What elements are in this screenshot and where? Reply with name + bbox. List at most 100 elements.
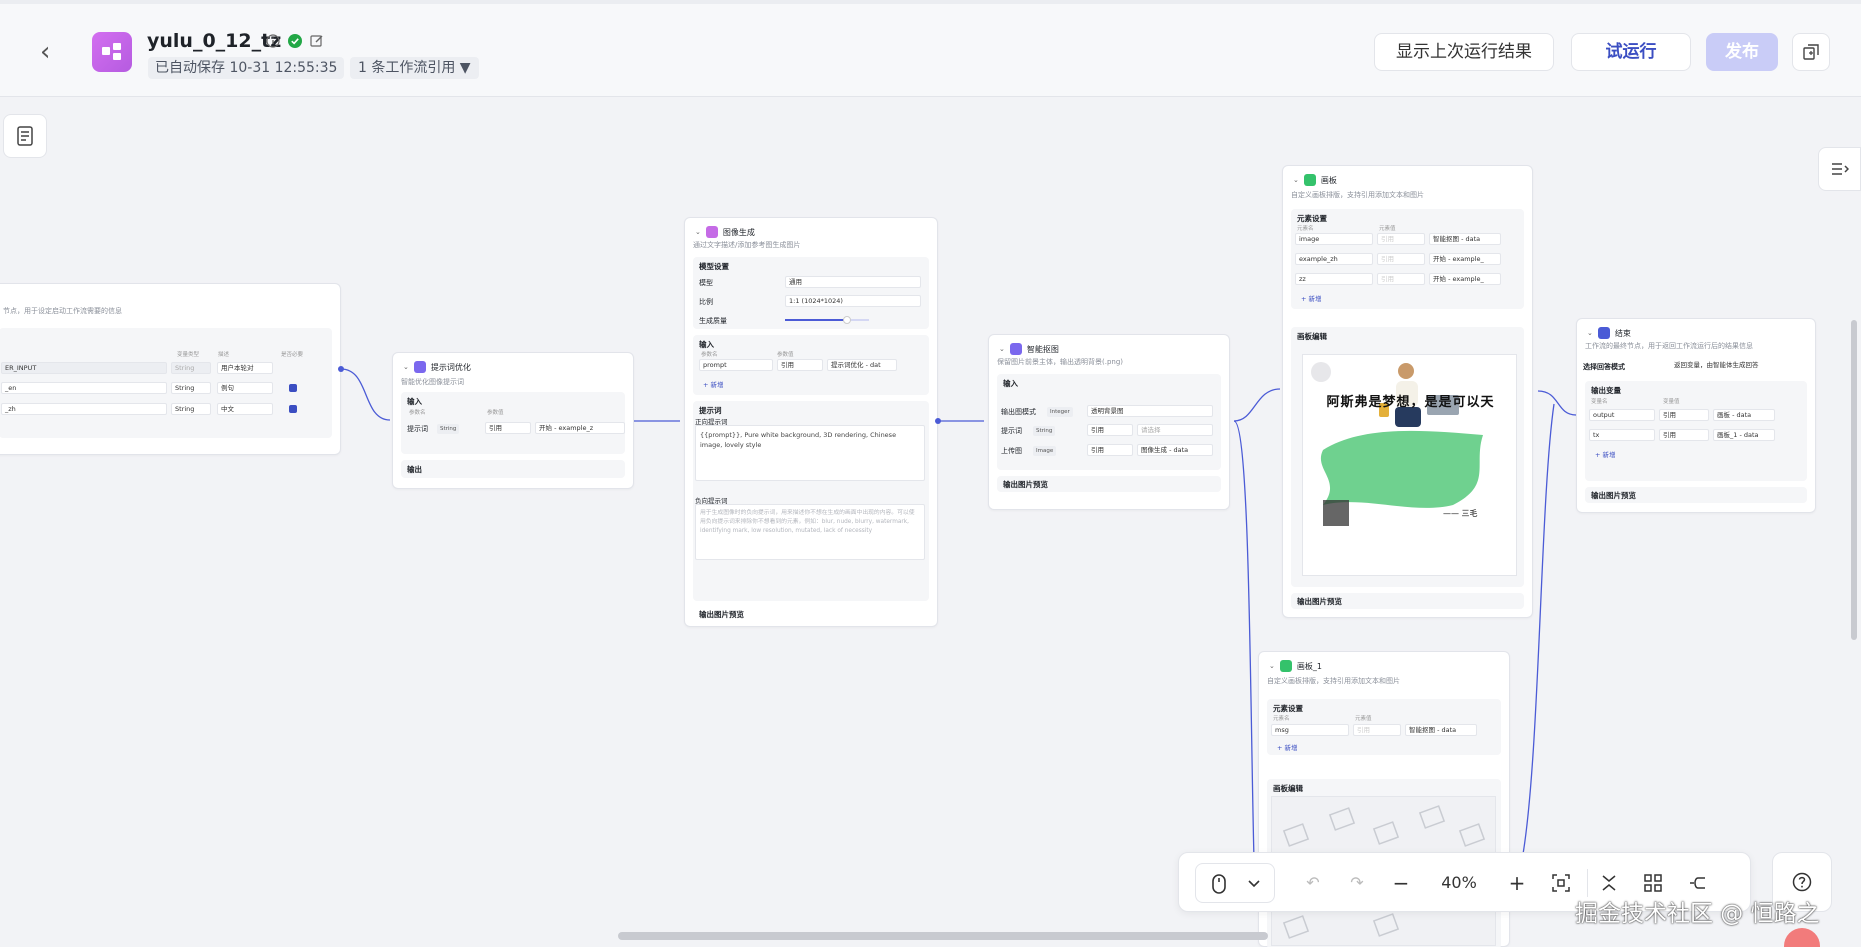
toolbar-divider: [1587, 869, 1588, 897]
ref-select[interactable]: 引用: [1087, 444, 1133, 456]
input-section: 输入 参数名 参数值 prompt 引用 提示词优化 - dat + 新增: [693, 335, 929, 395]
col-header: 元素名: [1273, 716, 1290, 722]
param-desc[interactable]: 用户本轮对: [217, 362, 273, 374]
ref-select[interactable]: 引用: [1659, 429, 1709, 441]
ref-select[interactable]: 引用: [777, 359, 823, 371]
node-prompt-optimize[interactable]: ⌄ 提示词优化 智能优化图像提示词 输入 参数名 参数值 提示词 String 引…: [392, 352, 634, 489]
back-arrow-icon[interactable]: ‹: [40, 39, 50, 65]
node-image-generate[interactable]: ⌄ 图像生成 通过文字描述/添加参考图生成图片 模型设置 模型 通用 比例 1:1…: [684, 217, 938, 627]
edit-icon[interactable]: [310, 34, 324, 48]
node-title: 结束: [1614, 328, 1631, 338]
collapse-icon[interactable]: [1597, 871, 1621, 895]
param-name[interactable]: ER_INPUT: [1, 362, 167, 374]
value-select[interactable]: 智能抠图 - data: [1405, 724, 1477, 736]
ref-select[interactable]: 引用: [1377, 233, 1425, 245]
param-name[interactable]: _en: [1, 382, 167, 394]
element-name[interactable]: zz: [1295, 273, 1373, 285]
value-select[interactable]: 开始 - example_z: [535, 422, 625, 434]
workflow-refs-dropdown[interactable]: 1 条工作流引用 ▼: [350, 57, 479, 79]
element-section: 元素设置 元素名 元素值 msg 引用 智能抠图 - data + 新增: [1267, 699, 1501, 755]
col-header: 参数值: [777, 352, 794, 358]
node-description: 节点，用于设定启动工作流需要的信息: [3, 307, 122, 315]
field-label: 模型: [699, 279, 713, 287]
value-select[interactable]: 提示词优化 - dat: [827, 359, 897, 371]
element-name[interactable]: image: [1295, 233, 1373, 245]
quality-slider[interactable]: [785, 316, 869, 324]
element-name[interactable]: example_zh: [1295, 253, 1373, 265]
element-name[interactable]: msg: [1271, 724, 1349, 736]
fit-view-icon[interactable]: [1549, 871, 1573, 895]
ratio-select[interactable]: 1:1 (1024*1024): [785, 295, 921, 307]
canvas-poster-preview[interactable]: 阿斯弗是梦想，是是可以天 —— 三毛: [1302, 354, 1517, 576]
ref-select[interactable]: 引用: [1659, 409, 1709, 421]
ref-select[interactable]: 引用: [1353, 724, 1401, 736]
preview-section[interactable]: 输出图片预览: [1291, 593, 1524, 609]
info-icon[interactable]: [266, 34, 280, 48]
param-type[interactable]: String: [171, 382, 211, 394]
preview-section[interactable]: 输出图片预览: [693, 606, 929, 622]
mode-select[interactable]: 透明背景图: [1087, 405, 1213, 417]
param-name[interactable]: prompt: [699, 359, 773, 371]
node-start[interactable]: 节点，用于设定启动工作流需要的信息 变量类型 描述 是否必要 ER_INPUT …: [0, 283, 341, 455]
node-header: ⌄ 提示词优化: [403, 361, 471, 373]
zoom-level[interactable]: 40%: [1429, 871, 1489, 895]
show-last-result-button[interactable]: 显示上次运行结果: [1374, 33, 1554, 71]
start-output-port[interactable]: [338, 366, 344, 372]
copy-button[interactable]: [1792, 33, 1830, 71]
output-section[interactable]: 输出: [401, 460, 625, 478]
zoom-out-icon[interactable]: −: [1389, 871, 1413, 895]
value-select[interactable]: 开始 - example_: [1429, 253, 1501, 265]
horizontal-scrollbar[interactable]: [618, 932, 1268, 940]
negative-prompt-input[interactable]: 用于生成图像时的负向提示词，用来描述你不想在生成的画面中出现的内容。可以使用负向…: [695, 504, 925, 560]
node-end[interactable]: ⌄ 结束 工作流的最终节点，用于返回工作流运行后的结果信息 选择回答模式 返回变量…: [1576, 318, 1816, 513]
prompt-section: 提示词 正向提示词 {{prompt}}, Pure white backgro…: [693, 401, 929, 601]
add-element-button[interactable]: + 新增: [1301, 293, 1322, 303]
param-desc[interactable]: 中文: [217, 403, 273, 415]
right-panel-toggle[interactable]: [1818, 147, 1861, 191]
preview-section[interactable]: 输出图片预览: [1585, 487, 1807, 503]
pointer-mode-select[interactable]: [1195, 863, 1275, 903]
var-name[interactable]: output: [1589, 409, 1655, 421]
left-panel-toggle[interactable]: [3, 114, 47, 158]
param-type[interactable]: String: [171, 403, 211, 415]
add-element-button[interactable]: + 新增: [1277, 742, 1298, 752]
param-name[interactable]: _zh: [1, 403, 167, 415]
undo-icon[interactable]: ↶: [1301, 871, 1325, 895]
answer-mode-select[interactable]: 返回变量，由智能体生成回答: [1671, 360, 1805, 372]
value-select[interactable]: 画板_1 - data: [1713, 429, 1775, 441]
required-checkbox[interactable]: [289, 384, 297, 392]
grid-layout-icon[interactable]: [1641, 871, 1665, 895]
model-select[interactable]: 通用: [785, 276, 921, 288]
param-type: String: [171, 362, 211, 374]
input-section: 输入 参数名 参数值 提示词 String 引用 开始 - example_z: [401, 392, 625, 454]
publish-button[interactable]: 发布: [1706, 33, 1778, 71]
success-check-icon: [288, 34, 302, 48]
ref-select[interactable]: 引用: [1087, 424, 1133, 436]
node-description: 自定义画板排版，支持引用添加文本和图片: [1291, 191, 1424, 199]
positive-prompt-input[interactable]: {{prompt}}, Pure white background, 3D re…: [695, 425, 925, 481]
ref-select[interactable]: 引用: [1377, 273, 1425, 285]
value-select[interactable]: 开始 - example_: [1429, 273, 1501, 285]
vertical-scrollbar[interactable]: [1851, 320, 1857, 640]
add-param-button[interactable]: + 新增: [703, 379, 724, 389]
section-title: 输出图片预览: [699, 610, 744, 619]
required-checkbox[interactable]: [289, 405, 297, 413]
section-title: 提示词: [699, 406, 722, 415]
imggen-output-port[interactable]: [935, 418, 941, 424]
var-name[interactable]: tx: [1589, 429, 1655, 441]
value-select[interactable]: 画板 - data: [1713, 409, 1775, 421]
preview-section[interactable]: 输出图片预览: [997, 476, 1221, 492]
param-desc[interactable]: 例句: [217, 382, 273, 394]
section-title: 输入: [1003, 379, 1018, 388]
value-select[interactable]: 请选择: [1137, 424, 1213, 436]
add-var-button[interactable]: + 新增: [1595, 449, 1616, 459]
ref-select[interactable]: 引用: [1377, 253, 1425, 265]
redo-icon[interactable]: ↷: [1345, 871, 1369, 895]
value-select[interactable]: 图像生成 - data: [1137, 444, 1213, 456]
line-style-icon[interactable]: [1685, 871, 1709, 895]
value-select[interactable]: 智能抠图 - data: [1429, 233, 1501, 245]
node-matting[interactable]: ⌄ 智能抠图 保留图片前景主体，输出透明背景(.png) 输入 输出图模式 Int…: [988, 334, 1230, 510]
ref-select[interactable]: 引用: [485, 422, 531, 434]
trial-run-button[interactable]: 试运行: [1571, 33, 1691, 71]
zoom-in-icon[interactable]: +: [1505, 871, 1529, 895]
